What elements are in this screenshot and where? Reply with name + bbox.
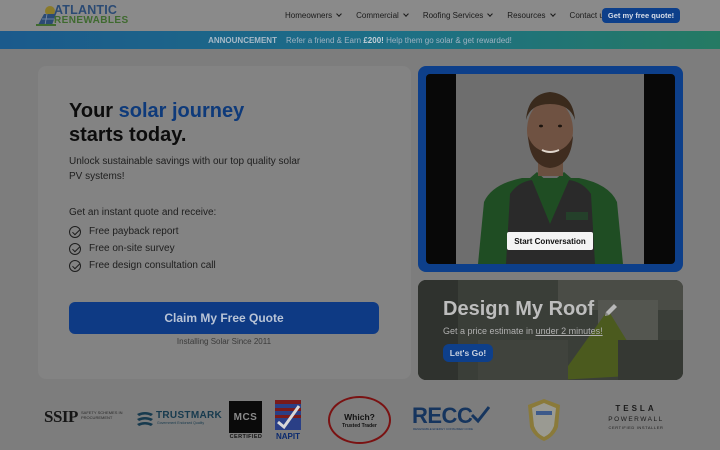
installing-since-text: Installing Solar Since 2011 (176, 337, 272, 346)
recc-badge: RECC RENEWABLE ENERGY CONSUMER CODE (412, 405, 492, 435)
under-2-minutes-link[interactable]: under 2 minutes! (536, 326, 603, 336)
tesla-powerwall-badge: TESLA POWERWALL CERTIFIED INSTALLER (608, 404, 664, 430)
ssip-badge: SSIP SAFETY SCHEMES IN PROCUREMENT (44, 407, 123, 426)
napit-logo-icon (275, 400, 301, 430)
start-conversation-button[interactable]: Start Conversation (507, 232, 593, 250)
nav-roofing-services[interactable]: Roofing Services (423, 11, 494, 20)
announcement-text-before: Refer a friend & Earn (285, 35, 362, 45)
nav-resources[interactable]: Resources (507, 11, 556, 20)
list-item: Free payback report (69, 223, 216, 240)
announcement-bar[interactable]: ANNOUNCEMENT Refer a friend & Earn £200!… (0, 31, 720, 49)
chevron-down-icon (487, 11, 494, 17)
hero-title: Your solar journey starts today. (69, 100, 245, 146)
hero-title-accent: solar journey (118, 100, 245, 122)
hero-subtitle: Unlock sustainable savings with our top … (69, 156, 301, 182)
accreditation-badges: SSIP SAFETY SCHEMES IN PROCUREMENT TRUST… (0, 392, 720, 450)
chevron-down-icon (402, 11, 409, 17)
shield-badge (526, 397, 562, 443)
roof-card-title: Design My Roof (443, 298, 618, 321)
hero-card: Your solar journey starts today. Unlock … (38, 66, 411, 379)
benefits-list: Free payback report Free on-site survey … (69, 223, 216, 274)
check-icon (470, 406, 490, 424)
site-header: ATLANTIC RENEWABLES Homeowners Commercia… (0, 0, 720, 31)
main-nav: Homeowners Commercial Roofing Services R… (285, 0, 623, 31)
check-circle-icon (69, 242, 81, 255)
video-card: Start Conversation (418, 66, 683, 272)
claim-free-quote-button[interactable]: Claim My Free Quote (69, 302, 379, 334)
get-free-quote-button[interactable]: Get my free quote! (602, 8, 680, 23)
trustmark-logo-icon (137, 412, 153, 426)
which-trusted-trader-badge: Which? Trusted Trader (328, 396, 392, 446)
hero-intro: Get an instant quote and receive: (69, 207, 217, 218)
check-circle-icon (69, 259, 81, 272)
nav-commercial[interactable]: Commercial (356, 11, 409, 20)
list-item: Free design consultation call (69, 257, 216, 274)
design-my-roof-card[interactable]: Design My Roof Get a price estimate in u… (418, 280, 683, 380)
mcs-certified-badge: MCS CERTIFIED (229, 401, 263, 441)
shield-icon (528, 399, 560, 441)
trustmark-badge: TRUSTMARK Government Endorsed Quality (136, 410, 222, 428)
announcement-text-after: Help them go solar & get rewarded! (386, 35, 512, 45)
chevron-down-icon (549, 11, 556, 17)
site-logo[interactable]: ATLANTIC RENEWABLES (36, 3, 128, 27)
list-item: Free on-site survey (69, 240, 216, 257)
napit-badge: NAPIT (270, 400, 306, 442)
video-player[interactable]: Start Conversation (426, 74, 675, 264)
announcement-amount: £200! (363, 35, 384, 45)
announcement-tag: ANNOUNCEMENT (208, 35, 277, 45)
chevron-down-icon (336, 11, 342, 17)
nav-homeowners[interactable]: Homeowners (285, 11, 342, 20)
pencil-icon (604, 303, 617, 316)
check-circle-icon (69, 225, 81, 238)
lets-go-button[interactable]: Let's Go! (443, 344, 493, 362)
logo-line2: RENEWABLES (54, 15, 129, 26)
roof-card-subtitle: Get a price estimate in under 2 minutes! (443, 326, 603, 336)
